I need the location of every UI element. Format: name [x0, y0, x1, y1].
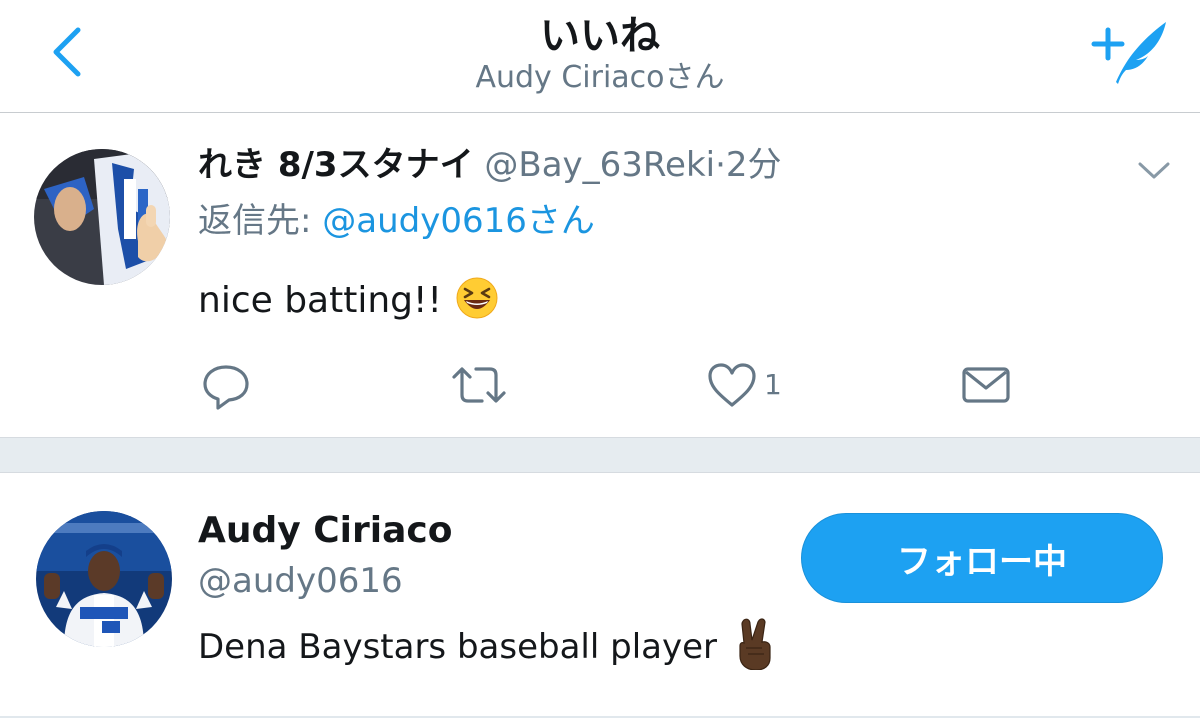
- section-divider: [0, 437, 1200, 473]
- laughing-emoji-icon: [456, 277, 498, 319]
- display-name[interactable]: れき 8/3スタナイ: [198, 145, 474, 185]
- navigation-header: いいね Audy Ciriacoさん: [0, 0, 1200, 113]
- reply-icon: [203, 365, 249, 410]
- reply-mention-link[interactable]: @audy0616さん: [322, 201, 595, 241]
- direct-message-button[interactable]: [958, 355, 1014, 415]
- avatar[interactable]: [34, 149, 170, 285]
- user-card[interactable]: Audy Ciriaco @audy0616 フォロー中 Dena Baysta…: [0, 473, 1200, 719]
- timestamp: 2分: [725, 145, 782, 185]
- envelope-icon: [962, 367, 1010, 403]
- tweet[interactable]: れき 8/3スタナイ @Bay_63Reki·2分 返信先: @audy0616…: [0, 113, 1200, 437]
- user-bio: Dena Baystars baseball player: [198, 617, 778, 676]
- user-bio-text: Dena Baystars baseball player: [198, 627, 728, 667]
- tweet-text: nice batting!!: [198, 273, 499, 329]
- following-button[interactable]: フォロー中: [801, 513, 1163, 603]
- user-handle[interactable]: @audy0616: [198, 555, 403, 607]
- reply-button[interactable]: [198, 355, 254, 415]
- tweet-actions: 1: [0, 355, 1200, 415]
- like-button[interactable]: 1: [704, 355, 794, 415]
- bottom-divider: [0, 716, 1200, 718]
- reply-prefix: 返信先:: [198, 201, 323, 241]
- chevron-down-icon: [1138, 162, 1170, 179]
- like-count: 1: [764, 368, 782, 401]
- heart-icon: [708, 363, 756, 407]
- avatar-image: [34, 149, 170, 285]
- user-display-name[interactable]: Audy Ciriaco: [198, 505, 452, 557]
- victory-hand-emoji-icon: [739, 617, 771, 670]
- retweet-button[interactable]: [448, 355, 510, 415]
- page-subtitle: Audy Ciriacoさん: [475, 60, 725, 95]
- tweet-menu-button[interactable]: [1134, 155, 1174, 185]
- reply-context: 返信先: @audy0616さん: [198, 195, 595, 247]
- compose-tweet-icon: [1091, 22, 1166, 84]
- separator-dot: ·: [715, 145, 726, 185]
- tweet-header: れき 8/3スタナイ @Bay_63Reki·2分: [198, 139, 782, 195]
- user-handle[interactable]: @Bay_63Reki: [484, 145, 715, 185]
- tweet-text-content: nice batting!!: [198, 280, 442, 321]
- avatar-image: [36, 511, 172, 647]
- page-title: いいね: [540, 13, 660, 59]
- compose-tweet-button[interactable]: [1090, 14, 1172, 88]
- retweet-icon: [452, 367, 506, 403]
- avatar[interactable]: [36, 511, 172, 647]
